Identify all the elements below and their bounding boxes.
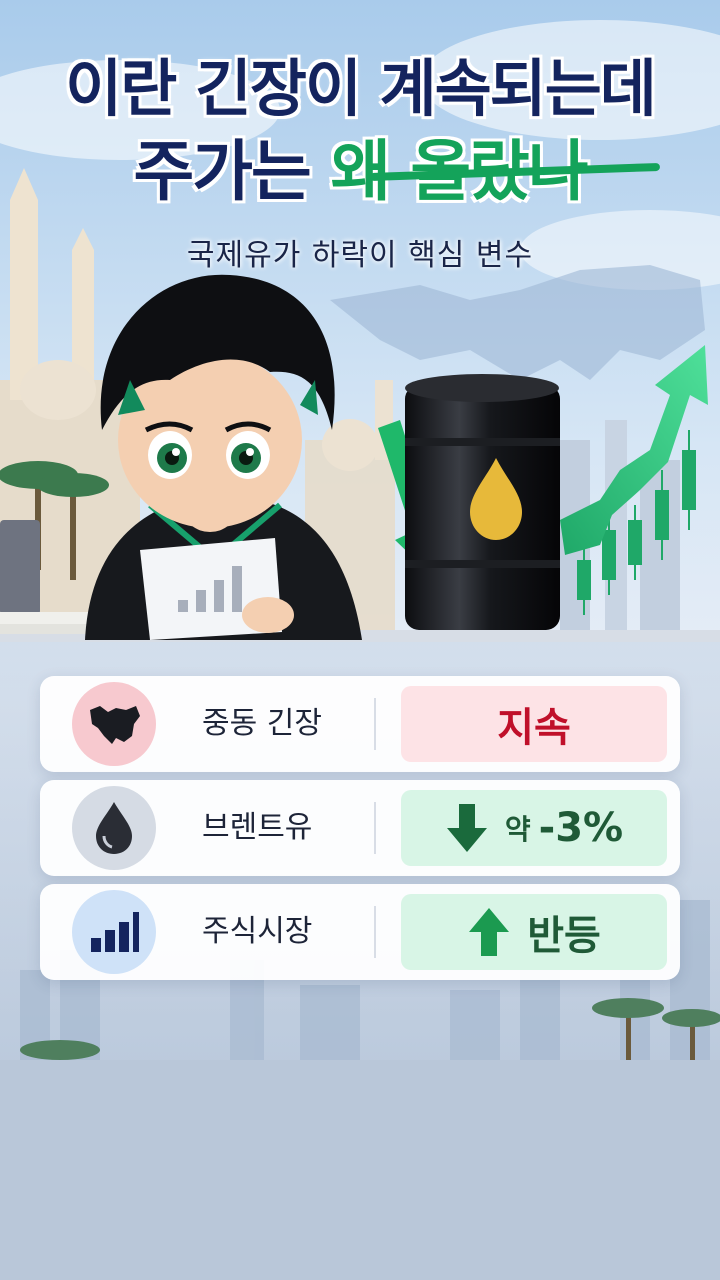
row-label: 중동 긴장 — [202, 706, 322, 741]
info-card-brent: 브렌트유 약 -3% — [40, 780, 680, 876]
middle-east-map-icon — [72, 682, 156, 766]
value-box: 반등 — [401, 894, 667, 970]
subtitle: 국제유가 하락이 핵심 변수 — [186, 238, 534, 273]
divider — [374, 698, 376, 750]
row-value-prefix: 약 — [504, 813, 531, 846]
divider — [374, 906, 376, 958]
row-label: 주식시장 — [202, 914, 313, 949]
value-box: 지속 — [401, 686, 667, 762]
info-card-middle-east: 중동 긴장 지속 — [40, 676, 680, 772]
row-value: 반등 — [527, 913, 601, 959]
oil-drop-icon — [72, 786, 156, 870]
value-box: 약 -3% — [401, 790, 667, 866]
arrow-up-icon — [469, 908, 510, 956]
row-label: 브렌트유 — [202, 810, 313, 845]
row-value: -3% — [538, 805, 624, 851]
headline-line-1: 이란 긴장이 계속되는데 — [65, 52, 657, 125]
arrow-down-icon — [446, 804, 487, 852]
headline: 이란 긴장이 계속되는데 주가는 왜 올랐나 — [0, 52, 720, 212]
divider — [374, 802, 376, 854]
bar-chart-icon — [72, 890, 156, 974]
headline-line-2-part-1: 주가는 — [133, 133, 331, 210]
row-value: 지속 — [497, 705, 571, 751]
info-card-stock-market: 주식시장 반등 — [40, 884, 680, 980]
